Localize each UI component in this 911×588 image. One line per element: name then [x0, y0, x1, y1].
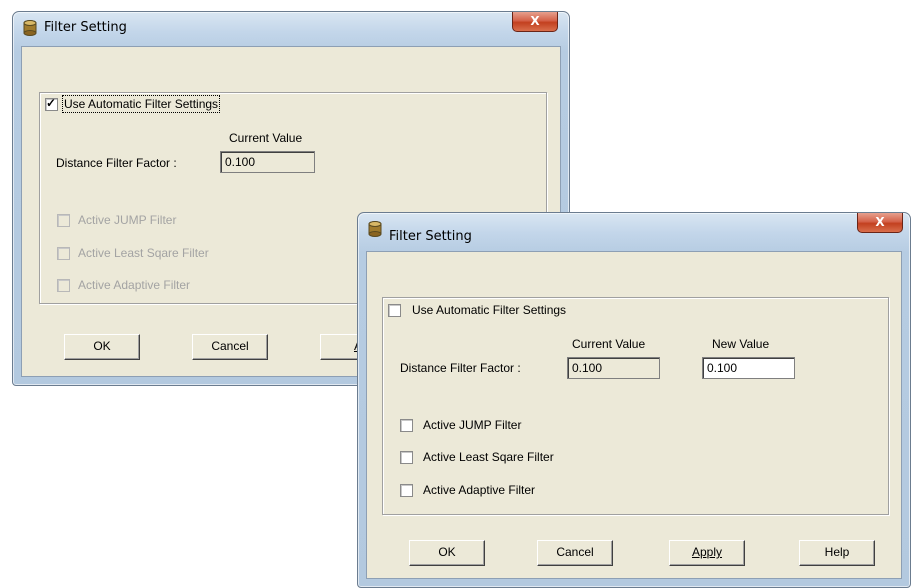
distance-current-value-field: 0.100 — [567, 357, 660, 379]
window-title: Filter Setting — [44, 20, 127, 35]
distance-current-value-field: 0.100 — [220, 151, 315, 173]
current-value-header: Current Value — [572, 337, 646, 351]
use-automatic-label[interactable]: Use Automatic Filter Settings — [61, 95, 221, 113]
least-square-filter-checkbox[interactable] — [400, 451, 413, 464]
adaptive-filter-label: Active Adaptive Filter — [78, 278, 191, 292]
apply-button-label: Apply — [691, 545, 723, 559]
database-icon — [23, 20, 37, 36]
apply-button[interactable]: Apply — [669, 540, 745, 566]
filter-setting-dialog-front: Filter Setting X Use Automatic Filter Se… — [357, 212, 911, 588]
ok-button[interactable]: OK — [64, 334, 140, 360]
use-automatic-checkbox[interactable] — [388, 304, 401, 317]
adaptive-filter-label: Active Adaptive Filter — [423, 483, 536, 497]
jump-filter-checkbox[interactable] — [400, 419, 413, 432]
jump-filter-label: Active JUMP Filter — [78, 213, 177, 227]
cancel-button[interactable]: Cancel — [537, 540, 613, 566]
least-square-filter-checkbox[interactable] — [57, 247, 70, 260]
least-square-filter-label: Active Least Sqare Filter — [423, 450, 554, 464]
window-title: Filter Setting — [389, 229, 472, 244]
use-automatic-label: Use Automatic Filter Settings — [412, 303, 567, 317]
new-value-header: New Value — [712, 337, 770, 351]
jump-filter-checkbox[interactable] — [57, 214, 70, 227]
dialog-client-area: Use Automatic Filter Settings Current Va… — [366, 251, 902, 579]
checkmark-icon: ✓ — [46, 96, 57, 110]
title-bar[interactable]: Filter Setting X — [358, 213, 910, 247]
help-button[interactable]: Help — [799, 540, 875, 566]
close-x-icon: X — [875, 215, 885, 229]
adaptive-filter-checkbox[interactable] — [57, 279, 70, 292]
adaptive-filter-checkbox[interactable] — [400, 484, 413, 497]
current-value-header: Current Value — [229, 131, 303, 145]
close-button[interactable]: X — [857, 213, 903, 233]
ok-button[interactable]: OK — [409, 540, 485, 566]
cancel-button[interactable]: Cancel — [192, 334, 268, 360]
distance-new-value-input[interactable]: 0.100 — [702, 357, 795, 379]
jump-filter-label: Active JUMP Filter — [423, 418, 522, 432]
title-bar[interactable]: Filter Setting X — [13, 12, 569, 46]
database-icon — [368, 221, 382, 237]
use-automatic-checkbox[interactable]: ✓ — [45, 96, 58, 111]
least-square-filter-label: Active Least Sqare Filter — [78, 246, 209, 260]
close-x-icon: X — [530, 14, 540, 28]
distance-filter-label: Distance Filter Factor : — [400, 361, 521, 375]
close-button[interactable]: X — [512, 12, 558, 32]
distance-filter-label: Distance Filter Factor : — [56, 156, 177, 170]
